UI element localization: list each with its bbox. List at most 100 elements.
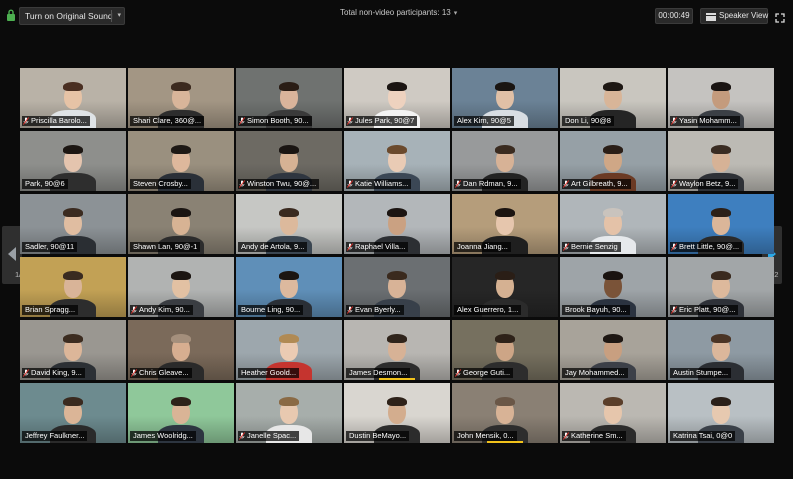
participant-name-label: Park, 90@6 (22, 179, 68, 189)
participant-hair (279, 397, 299, 406)
participant-name: Evan Byerly... (355, 305, 401, 314)
non-video-participants-label: Total non-video participants: 13 (340, 8, 451, 17)
participant-video-tile[interactable]: Katie Williams... (344, 131, 450, 191)
participant-video-tile[interactable]: Dan Rdman, 9... (452, 131, 558, 191)
participant-name: Sadler, 90@11 (25, 242, 75, 251)
muted-mic-icon (670, 180, 678, 188)
participant-hair (279, 271, 299, 280)
muted-mic-icon (670, 243, 678, 251)
participant-name: Katie Williams... (355, 179, 409, 188)
zoom-gallery-window: Turn on Original Sound ▾ Total non-video… (0, 0, 793, 479)
muted-mic-icon (346, 180, 354, 188)
participant-video-tile[interactable]: Alex Guerrero, 1... (452, 257, 558, 317)
participant-name: Yasin Mohamm... (679, 116, 737, 125)
participant-video-tile[interactable]: Park, 90@6 (20, 131, 126, 191)
participant-video-tile[interactable]: Art Gilbreath, 9... (560, 131, 666, 191)
fullscreen-icon[interactable] (775, 10, 785, 23)
participant-name-label: Katherine Sm... (562, 431, 626, 441)
participant-name-label: John Mensik, 0... (454, 431, 517, 441)
participant-name: John Mensik, 0... (457, 431, 514, 440)
participant-video-tile[interactable]: Janelle Spac... (236, 383, 342, 443)
participant-video-tile[interactable]: Jay Mohammed... (560, 320, 666, 380)
participant-name-label: Austin Stumpe... (670, 368, 732, 378)
participant-name-label: George Guti... (454, 368, 514, 378)
muted-mic-icon (454, 180, 462, 188)
participant-video-tile[interactable]: Evan Byerly... (344, 257, 450, 317)
chevron-left-icon (8, 247, 16, 261)
participant-video-tile[interactable]: Yasin Mohamm... (668, 68, 774, 128)
participant-video-tile[interactable]: Waylon Betz, 9... (668, 131, 774, 191)
chevron-down-icon[interactable]: ▾ (117, 8, 121, 24)
participant-video-tile[interactable]: Eric Platt, 90@... (668, 257, 774, 317)
participant-video-tile[interactable]: Bernie Senzig (560, 194, 666, 254)
participant-hair (63, 334, 83, 343)
participant-name-label: Bernie Senzig (562, 242, 621, 252)
lock-icon[interactable] (6, 9, 16, 21)
participant-name: Waylon Betz, 9... (679, 179, 736, 188)
participant-hair (495, 208, 515, 217)
participant-name: Steven Crosby... (133, 179, 188, 188)
participant-hair (495, 271, 515, 280)
participant-hair (387, 334, 407, 343)
participant-video-tile[interactable]: Heather Goold... (236, 320, 342, 380)
participant-video-tile[interactable]: Andy de Artola, 9... (236, 194, 342, 254)
muted-mic-icon (670, 306, 678, 314)
non-video-participants-toggle[interactable]: Total non-video participants: 13 ▾ (340, 8, 457, 17)
muted-mic-icon (562, 432, 570, 440)
participant-video-tile[interactable]: Dustin BeMayo... (344, 383, 450, 443)
participant-video-tile[interactable]: Raphael Villa... (344, 194, 450, 254)
participant-name: Austin Stumpe... (673, 368, 729, 377)
participant-name-label: Bourne Ling, 90... (238, 305, 304, 315)
participant-video-tile[interactable]: Don Li, 90@8 (560, 68, 666, 128)
participant-video-tile[interactable]: Alex Kim, 90@5 (452, 68, 558, 128)
divider (111, 10, 112, 22)
participant-video-tile[interactable]: Katrina Tsai, 0@0 (668, 383, 774, 443)
participant-video-tile[interactable]: Priscilla Barolo... (20, 68, 126, 128)
participant-video-tile[interactable]: Jules Park, 90@7 (344, 68, 450, 128)
participant-video-tile[interactable]: Austin Stumpe... (668, 320, 774, 380)
participant-hair (279, 82, 299, 91)
participant-video-tile[interactable]: Chris Gleave... (128, 320, 234, 380)
speaker-view-button[interactable]: Speaker View (700, 8, 768, 24)
muted-mic-icon (562, 243, 570, 251)
participant-hair (171, 82, 191, 91)
participant-video-tile[interactable]: Simon Booth, 90... (236, 68, 342, 128)
participant-name: Jay Mohammed... (565, 368, 625, 377)
participant-name: Shari Clare, 360@... (133, 116, 202, 125)
participant-video-tile[interactable]: Brian Spragg... (20, 257, 126, 317)
participant-name-label: Andy de Artola, 9... (238, 242, 308, 252)
participant-video-tile[interactable]: Sadler, 90@11 (20, 194, 126, 254)
muted-mic-icon (346, 243, 354, 251)
meeting-timer: 00:00:49 (655, 8, 693, 24)
participant-video-tile[interactable]: Katherine Sm... (560, 383, 666, 443)
participant-name-label: Joanna Jiang... (454, 242, 511, 252)
speaking-indicator (379, 378, 415, 380)
muted-mic-icon (562, 180, 570, 188)
muted-mic-icon (22, 369, 30, 377)
participant-name-label: Priscilla Barolo... (22, 116, 90, 126)
participant-video-tile[interactable]: John Mensik, 0... (452, 383, 558, 443)
participant-name-label: Dustin BeMayo... (346, 431, 410, 441)
participant-video-tile[interactable]: George Guti... (452, 320, 558, 380)
participant-video-tile[interactable]: Shawn Lan, 90@-1 (128, 194, 234, 254)
participant-video-tile[interactable]: Jeffrey Faulkner... (20, 383, 126, 443)
participant-name: Brett Little, 90@... (679, 242, 740, 251)
original-sound-button[interactable]: Turn on Original Sound ▾ (19, 7, 125, 25)
participant-video-tile[interactable]: James Desmon... (344, 320, 450, 380)
participant-video-tile[interactable]: Brook Bayuh, 90... (560, 257, 666, 317)
participant-video-tile[interactable]: Steven Crosby... (128, 131, 234, 191)
muted-mic-icon (238, 432, 246, 440)
participant-video-tile[interactable]: Shari Clare, 360@... (128, 68, 234, 128)
participant-hair (711, 334, 731, 343)
participant-video-tile[interactable]: Andy Kim, 90... (128, 257, 234, 317)
participant-video-tile[interactable]: Joanna Jiang... (452, 194, 558, 254)
participant-video-tile[interactable]: David King, 9... (20, 320, 126, 380)
participant-name-label: Heather Goold... (238, 368, 300, 378)
participant-video-tile[interactable]: Bourne Ling, 90... (236, 257, 342, 317)
participant-name: Winston Twu, 90@... (247, 179, 317, 188)
participant-video-tile[interactable]: Brett Little, 90@... (668, 194, 774, 254)
participant-hair (603, 271, 623, 280)
participant-video-tile[interactable]: James Woolridg... (128, 383, 234, 443)
participant-name-label: Simon Booth, 90... (238, 116, 312, 126)
participant-video-tile[interactable]: Winston Twu, 90@... (236, 131, 342, 191)
